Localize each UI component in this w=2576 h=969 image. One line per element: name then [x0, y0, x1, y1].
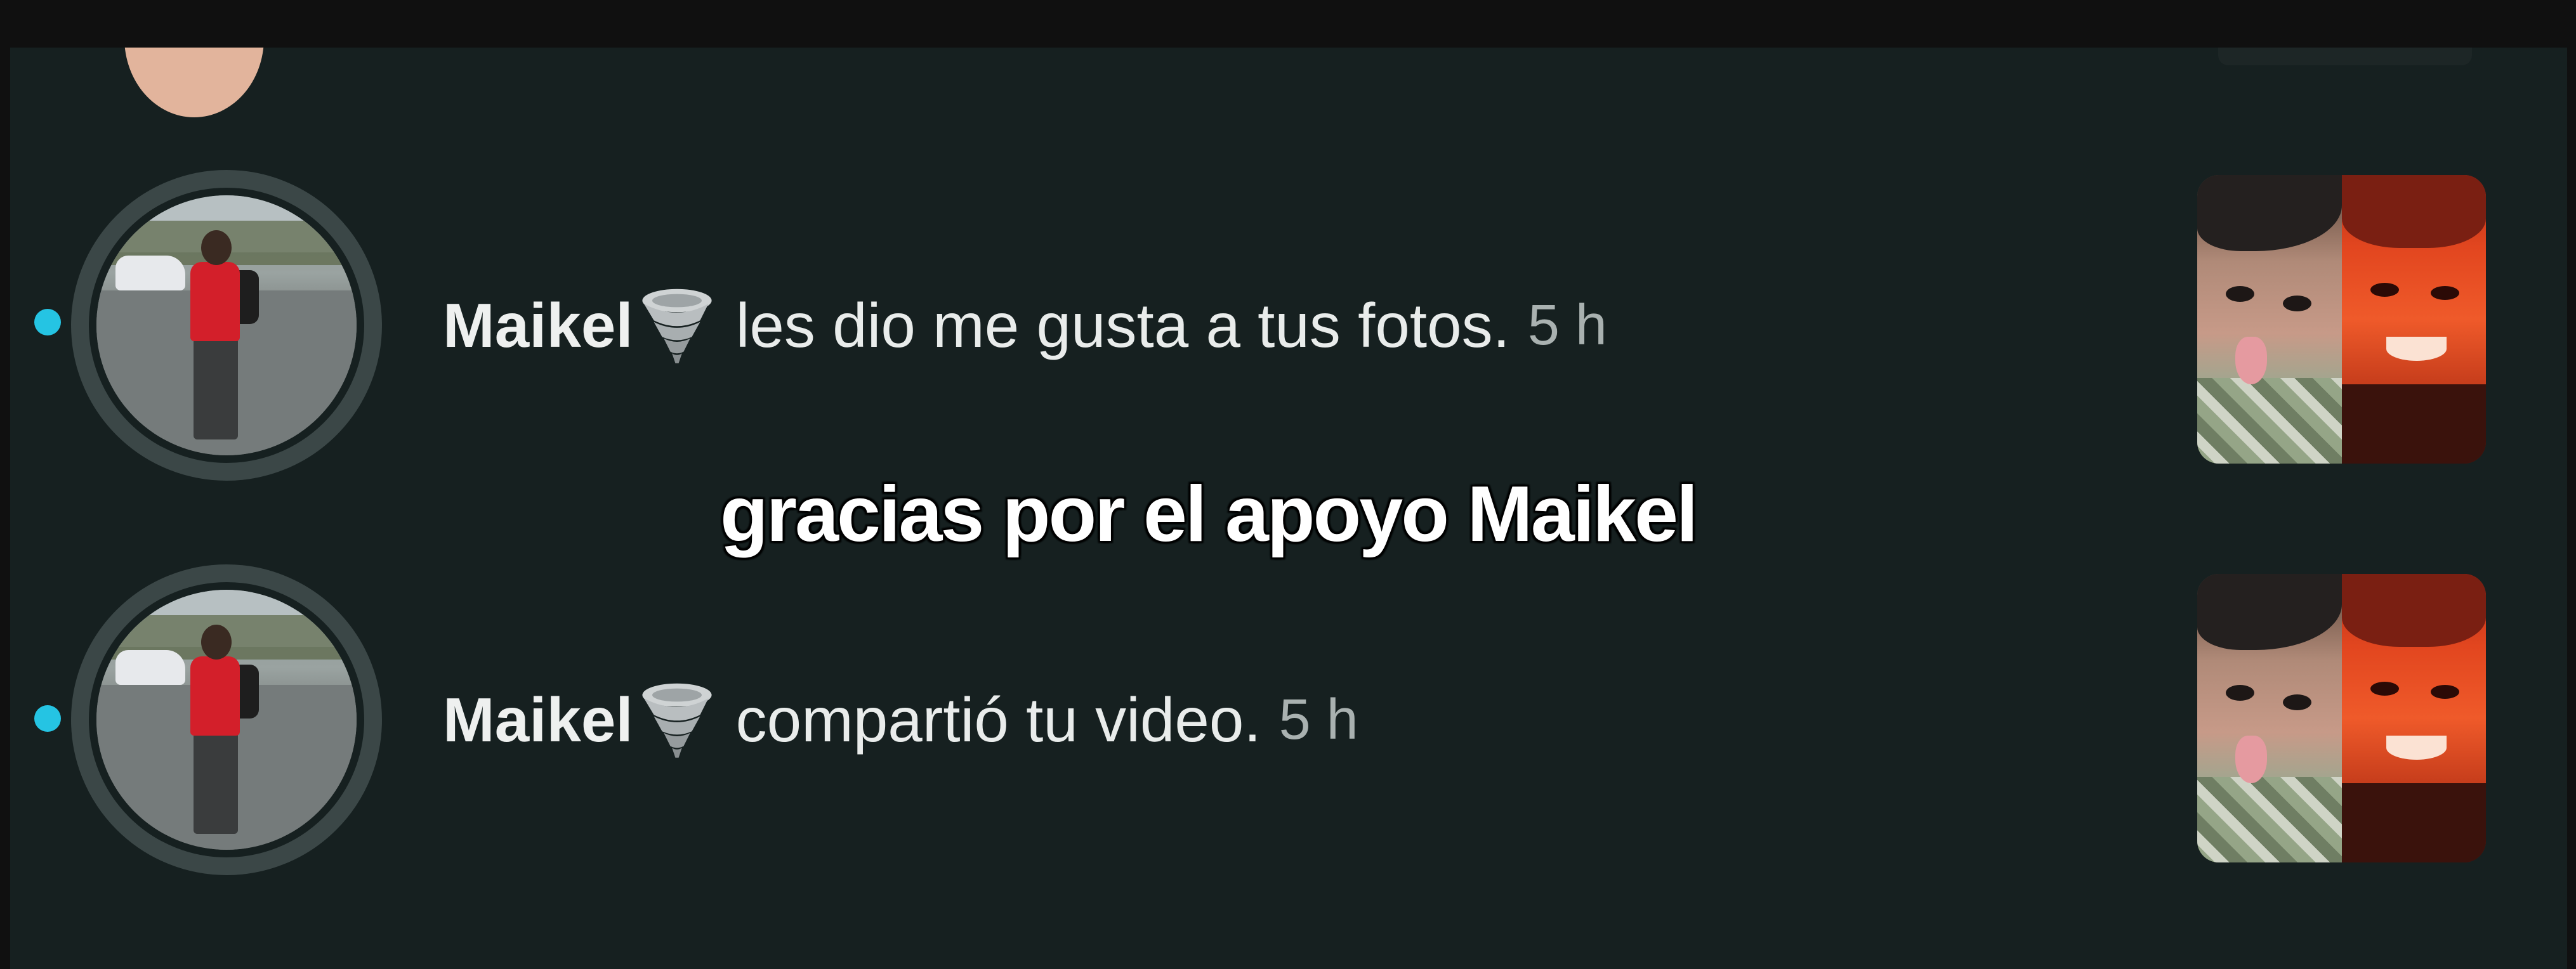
notification-time: 5 h: [1278, 687, 1358, 751]
notification-text: Maikel compartió tu video. 5 h: [443, 679, 1358, 761]
notification-time: 5 h: [1527, 293, 1607, 357]
post-thumbnail[interactable]: [2197, 175, 2486, 464]
tornado-icon: [636, 679, 718, 761]
status-bar: [0, 0, 2576, 48]
avatar-photo: [96, 195, 357, 455]
unread-indicator: [34, 309, 61, 335]
notification-text: Maikel les dio me gusta a tus fotos. 5 h: [443, 284, 1607, 367]
video-caption: gracias por el apoyo Maikel: [720, 471, 1699, 558]
user-name[interactable]: Maikel: [443, 290, 633, 361]
previous-notification-thumbnail[interactable]: [2218, 48, 2472, 65]
tornado-icon: [636, 284, 718, 367]
notification-action: compartió tu video.: [735, 684, 1261, 755]
user-avatar[interactable]: [71, 564, 382, 875]
user-name[interactable]: Maikel: [443, 684, 633, 756]
video-thumbnail[interactable]: [2197, 574, 2486, 862]
user-avatar[interactable]: [71, 170, 382, 481]
avatar-photo: [96, 590, 357, 850]
unread-indicator: [34, 705, 61, 732]
previous-notification-avatar[interactable]: [124, 48, 264, 117]
notification-action: les dio me gusta a tus fotos.: [735, 290, 1510, 360]
